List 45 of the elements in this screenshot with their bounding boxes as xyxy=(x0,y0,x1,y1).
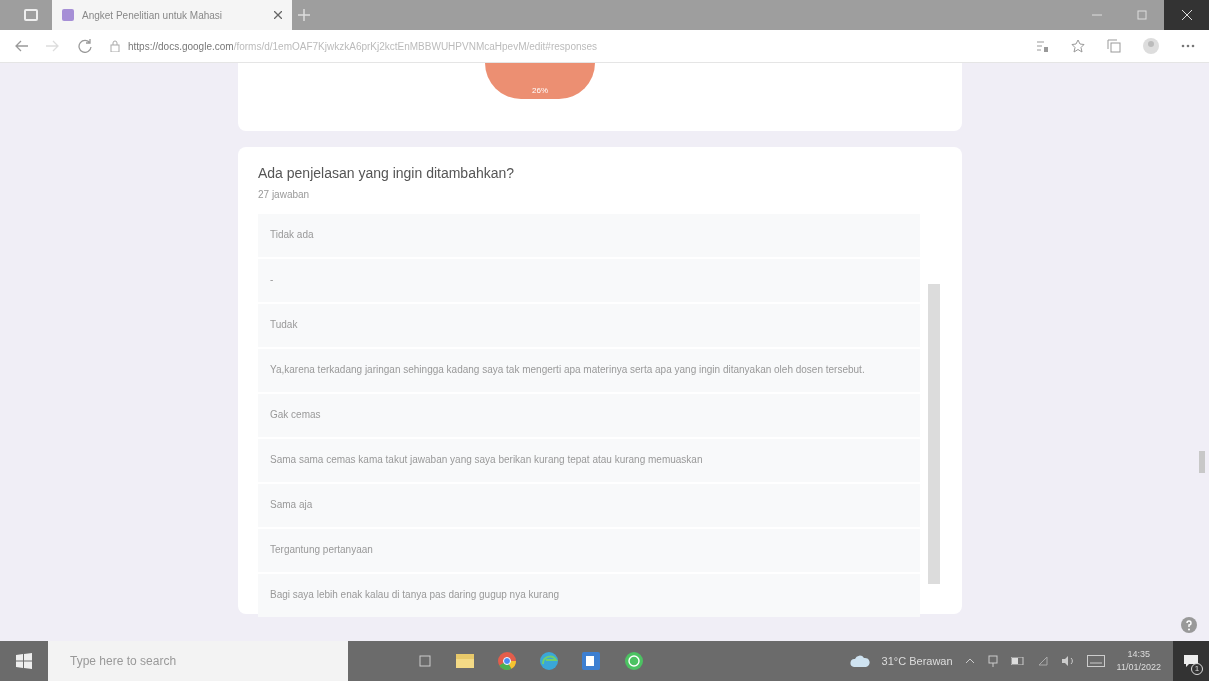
windows-start-icon[interactable] xyxy=(16,653,32,669)
response-text: Tudak xyxy=(258,304,920,347)
task-view-icon[interactable] xyxy=(418,655,432,667)
response-text: Sama aja xyxy=(258,484,920,527)
tab-actions-icon[interactable] xyxy=(24,9,38,21)
response-count: 27 jawaban xyxy=(258,189,311,200)
response-text: - xyxy=(258,259,920,302)
cloud-icon xyxy=(849,655,870,667)
chrome-browser-icon[interactable] xyxy=(498,652,516,670)
forms-icon xyxy=(62,9,74,21)
favorite-icon[interactable] xyxy=(1071,39,1085,53)
whatsapp-icon[interactable] xyxy=(624,651,644,671)
refresh-icon[interactable] xyxy=(78,39,92,53)
network-icon[interactable] xyxy=(986,655,999,667)
reader-icon[interactable] xyxy=(1035,39,1049,53)
lock-icon xyxy=(110,40,120,52)
wifi-icon[interactable] xyxy=(1036,656,1049,666)
back-icon[interactable] xyxy=(14,40,28,52)
url-text[interactable]: https://docs.google.com/forms/d/1emOAF7KjwkzkA6prKj2kctEnMBBWUHPVNMcaHpevM/edit#responses xyxy=(128,40,598,52)
new-tab-icon[interactable] xyxy=(298,9,310,21)
response-text: Tergantung pertanyaan xyxy=(258,529,920,572)
response-text: Tidak ada xyxy=(258,214,920,257)
taskbar-search-field[interactable]: Type here to search xyxy=(48,641,348,681)
edge-browser-icon[interactable] xyxy=(540,652,558,670)
notification-icon[interactable]: 1 xyxy=(1173,641,1209,681)
clock-text[interactable]: 14:35 11/01/2022 xyxy=(1116,648,1161,674)
chevron-up-icon[interactable] xyxy=(964,658,975,664)
response-text: Bagi saya lebih enak kalau di tanya pas daring gugup nya kurang xyxy=(258,574,920,617)
help-icon[interactable] xyxy=(1181,617,1197,633)
keyboard-icon[interactable] xyxy=(1086,655,1105,667)
browser-tab[interactable]: Angket Penelitian untuk Mahasi xyxy=(52,0,292,30)
word-icon[interactable] xyxy=(582,652,600,670)
pie-label: 26% xyxy=(532,86,548,95)
battery-icon[interactable] xyxy=(1010,657,1025,665)
forward-icon[interactable] xyxy=(46,40,60,52)
response-text: Sama sama cemas kama takut jawaban yang saya berikan kurang tepat atau kurang memuaskan xyxy=(258,439,920,482)
response-text: Ya,karena terkadang jaringan sehingga kadang saya tak mengerti apa materinya serta apa yang ingin ditanyakan oleh dosen tersebut. xyxy=(258,349,920,392)
weather-text[interactable]: 31°C Berawan xyxy=(881,655,953,667)
close-icon[interactable] xyxy=(274,11,282,19)
more-icon[interactable] xyxy=(1181,44,1195,48)
speaker-icon[interactable] xyxy=(1060,656,1075,666)
question-title: Ada penjelasan yang ingin ditambahkan? xyxy=(258,165,516,181)
profile-icon[interactable] xyxy=(1143,38,1159,54)
response-text: Gak cemas xyxy=(258,394,920,437)
collections-icon[interactable] xyxy=(1107,39,1121,53)
